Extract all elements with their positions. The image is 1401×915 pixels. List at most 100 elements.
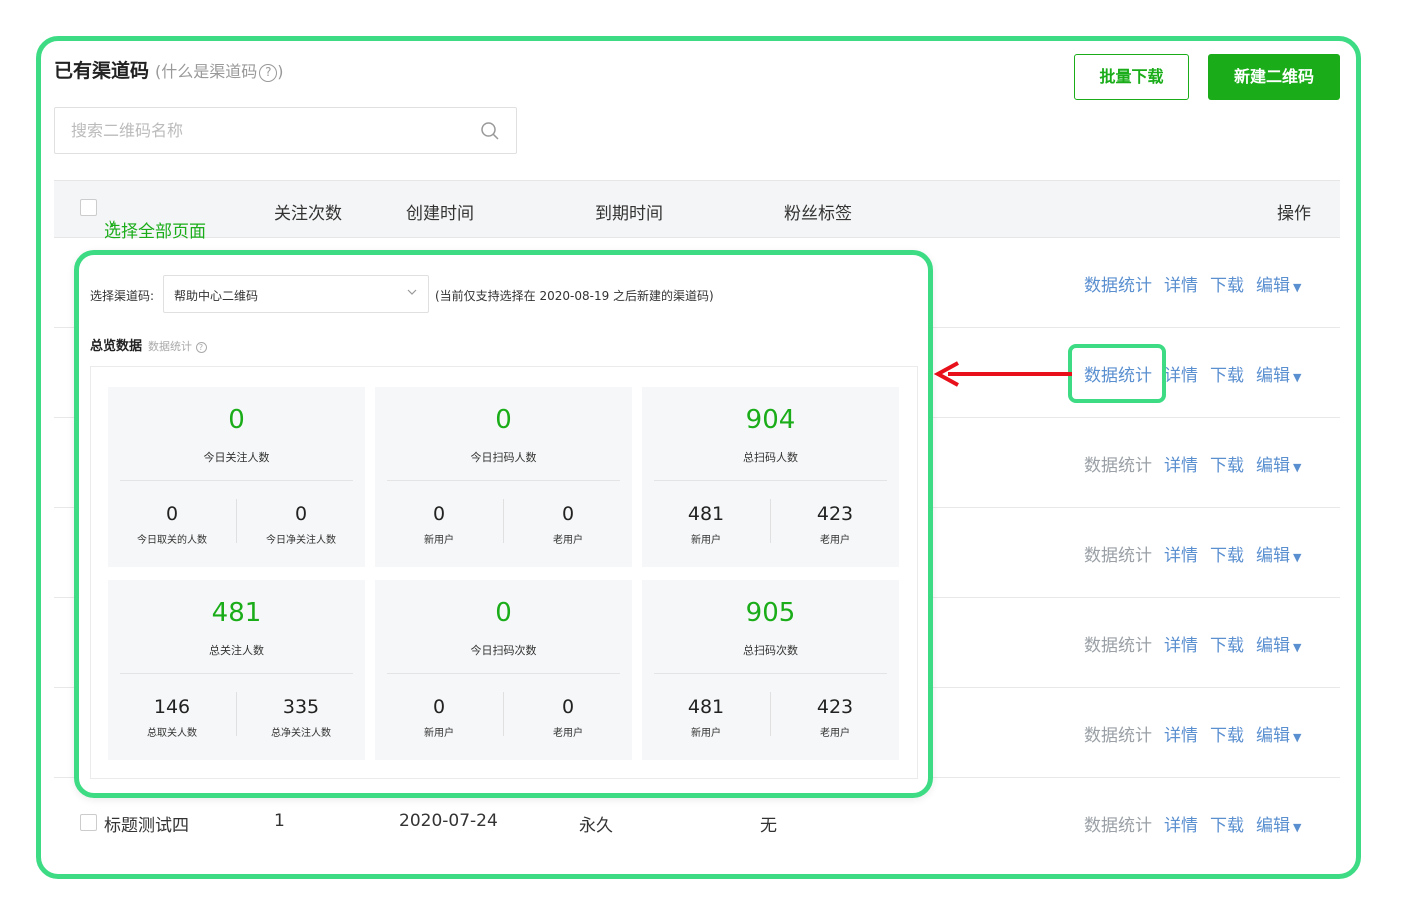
edit-label: 编辑 bbox=[1256, 545, 1290, 566]
stat-card: 0 今日扫码人数 0 新用户 0 老用户 bbox=[375, 387, 632, 567]
overview-title: 总览数据 数据统计 ? bbox=[90, 335, 207, 354]
search-input[interactable] bbox=[55, 108, 465, 153]
stat-sub-value: 146 bbox=[153, 696, 191, 718]
stat-label: 今日关注人数 bbox=[203, 451, 270, 464]
download-link[interactable]: 下载 bbox=[1210, 451, 1244, 476]
stat-sub-label: 老用户 bbox=[553, 728, 583, 739]
stat-sub-label: 新用户 bbox=[424, 728, 454, 739]
stat-card: 904 总扫码人数 481 新用户 423 老用户 bbox=[642, 387, 899, 567]
subtitle-text: (什么是渠道码 bbox=[155, 62, 258, 81]
divider bbox=[120, 673, 353, 674]
download-link[interactable]: 下载 bbox=[1210, 271, 1244, 296]
edit-label: 编辑 bbox=[1256, 365, 1290, 386]
edit-dropdown[interactable]: 编辑 ▼ bbox=[1256, 541, 1301, 566]
stat-sub-value: 335 bbox=[282, 696, 320, 718]
edit-dropdown[interactable]: 编辑 ▼ bbox=[1256, 361, 1301, 386]
edit-dropdown[interactable]: 编辑 ▼ bbox=[1256, 631, 1301, 656]
row-actions: 数据统计 详情 下载 编辑 ▼ bbox=[1084, 688, 1301, 778]
stat-sub-value: 0 bbox=[294, 503, 308, 525]
edit-label: 编辑 bbox=[1256, 815, 1290, 836]
edit-dropdown[interactable]: 编辑 ▼ bbox=[1256, 721, 1301, 746]
stat-value: 0 bbox=[228, 405, 245, 435]
caret-down-icon: ▼ bbox=[1293, 640, 1302, 654]
download-link[interactable]: 下载 bbox=[1210, 541, 1244, 566]
stat-label: 今日扫码人数 bbox=[470, 451, 537, 464]
detail-link[interactable]: 详情 bbox=[1164, 811, 1198, 836]
download-link[interactable]: 下载 bbox=[1210, 361, 1244, 386]
stat-sub-left: 481 新用户 bbox=[642, 503, 770, 546]
stats-link[interactable]: 数据统计 bbox=[1084, 541, 1152, 566]
stat-sub-value: 0 bbox=[561, 503, 575, 525]
col-actions: 操作 bbox=[1277, 204, 1311, 224]
channel-select[interactable]: 帮助中心二维码 bbox=[163, 275, 429, 313]
stat-sub-value: 481 bbox=[687, 696, 725, 718]
row-actions: 数据统计 详情 下载 编辑 ▼ bbox=[1084, 238, 1301, 328]
stat-card: 481 总关注人数 146 总取关人数 335 总净关注人数 bbox=[108, 580, 365, 760]
edit-dropdown[interactable]: 编辑 ▼ bbox=[1256, 811, 1301, 836]
stat-card: 905 总扫码次数 481 新用户 423 老用户 bbox=[642, 580, 899, 760]
caret-down-icon: ▼ bbox=[1293, 550, 1302, 564]
row-actions: 数据统计 详情 下载 编辑 ▼ bbox=[1084, 598, 1301, 688]
detail-link[interactable]: 详情 bbox=[1164, 361, 1198, 386]
row-actions: 数据统计 详情 下载 编辑 ▼ bbox=[1084, 508, 1301, 598]
stat-sub-label: 总净关注人数 bbox=[271, 728, 331, 739]
cell-name: 标题测试四 bbox=[104, 816, 189, 836]
stat-sub-label: 今日取关的人数 bbox=[137, 535, 207, 546]
search-icon[interactable] bbox=[480, 121, 500, 141]
detail-link[interactable]: 详情 bbox=[1164, 541, 1198, 566]
stats-link[interactable]: 数据统计 bbox=[1084, 271, 1152, 296]
help-icon: ? bbox=[259, 63, 278, 82]
stat-label: 今日扫码次数 bbox=[470, 644, 537, 657]
stat-sub-value: 0 bbox=[165, 503, 179, 525]
detail-link[interactable]: 详情 bbox=[1164, 271, 1198, 296]
edit-dropdown[interactable]: 编辑 ▼ bbox=[1256, 271, 1301, 296]
channel-select-value: 帮助中心二维码 bbox=[174, 289, 259, 303]
edit-label: 编辑 bbox=[1256, 455, 1290, 476]
caret-down-icon: ▼ bbox=[1293, 370, 1302, 384]
detail-link[interactable]: 详情 bbox=[1164, 721, 1198, 746]
stat-sub-label: 老用户 bbox=[553, 535, 583, 546]
detail-link[interactable]: 详情 bbox=[1164, 451, 1198, 476]
channel-select-label: 选择渠道码: bbox=[90, 289, 155, 303]
stat-label: 总扫码人数 bbox=[743, 451, 798, 464]
col-created: 创建时间 bbox=[406, 204, 474, 224]
cell-expires: 永久 bbox=[579, 816, 613, 836]
stat-value: 0 bbox=[495, 405, 512, 435]
stat-value: 481 bbox=[211, 598, 262, 628]
cell-follow-count: 1 bbox=[274, 811, 285, 831]
divider bbox=[654, 673, 887, 674]
bulk-download-button[interactable]: 批量下载 bbox=[1074, 54, 1189, 100]
row-actions: 数据统计 详情 下载 编辑 ▼ bbox=[1084, 778, 1301, 868]
row-actions: 数据统计 详情 下载 编辑 ▼ bbox=[1084, 418, 1301, 508]
new-qr-code-button[interactable]: 新建二维码 bbox=[1208, 54, 1340, 100]
stat-sub-label: 新用户 bbox=[424, 535, 454, 546]
what-is-channel-code-link[interactable]: (什么是渠道码?) bbox=[155, 62, 284, 82]
detail-link[interactable]: 详情 bbox=[1164, 631, 1198, 656]
stat-sub-left: 0 新用户 bbox=[375, 696, 503, 739]
stat-sub-right: 0 老用户 bbox=[504, 696, 632, 739]
stat-sub-left: 481 新用户 bbox=[642, 696, 770, 739]
stats-link[interactable]: 数据统计 bbox=[1084, 631, 1152, 656]
stat-sub-value: 0 bbox=[561, 696, 575, 718]
stat-sub-right: 0 老用户 bbox=[504, 503, 632, 546]
row-checkbox[interactable] bbox=[80, 814, 97, 831]
page-title-text: 已有渠道码 bbox=[54, 60, 150, 82]
download-link[interactable]: 下载 bbox=[1210, 811, 1244, 836]
cell-fan-tag: 无 bbox=[760, 816, 777, 836]
edit-dropdown[interactable]: 编辑 ▼ bbox=[1256, 451, 1301, 476]
channel-select-note: (当前仅支持选择在 2020-08-19 之后新建的渠道码) bbox=[435, 289, 714, 303]
edit-label: 编辑 bbox=[1256, 275, 1290, 296]
stats-link[interactable]: 数据统计 bbox=[1084, 721, 1152, 746]
stat-sub-left: 146 总取关人数 bbox=[108, 696, 236, 739]
caret-down-icon: ▼ bbox=[1293, 730, 1302, 744]
stat-card: 0 今日关注人数 0 今日取关的人数 0 今日净关注人数 bbox=[108, 387, 365, 567]
stats-link[interactable]: 数据统计 bbox=[1084, 451, 1152, 476]
download-link[interactable]: 下载 bbox=[1210, 631, 1244, 656]
download-link[interactable]: 下载 bbox=[1210, 721, 1244, 746]
stats-link[interactable]: 数据统计 bbox=[1084, 811, 1152, 836]
divider bbox=[120, 480, 353, 481]
divider bbox=[654, 480, 887, 481]
select-all-checkbox[interactable] bbox=[80, 199, 97, 216]
cell-created: 2020-07-24 bbox=[399, 811, 498, 831]
stat-sub-left: 0 新用户 bbox=[375, 503, 503, 546]
